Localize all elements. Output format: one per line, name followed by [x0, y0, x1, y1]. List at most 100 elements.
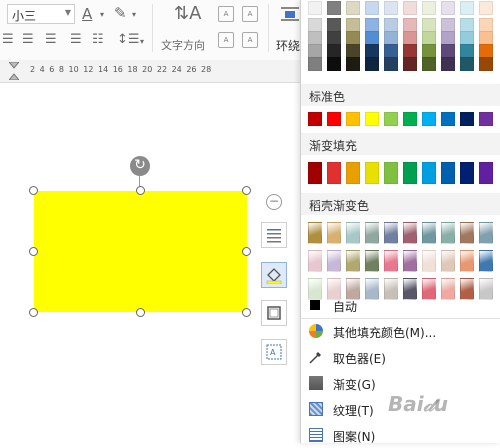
shell-gradient-swatch[interactable] — [384, 222, 398, 244]
theme-color-swatch[interactable] — [403, 1, 417, 15]
gradient-fill-swatch[interactable] — [460, 162, 474, 184]
gradient-fill-swatch[interactable] — [327, 162, 341, 184]
theme-color-swatch[interactable] — [422, 57, 436, 71]
shell-gradient-swatch[interactable] — [308, 222, 322, 244]
theme-color-swatch[interactable] — [384, 57, 398, 71]
resize-handle[interactable] — [242, 247, 251, 256]
shell-gradient-swatch[interactable] — [384, 250, 398, 272]
indent-marker-icon[interactable] — [9, 62, 19, 80]
font-color-icon[interactable]: A — [82, 6, 92, 22]
gradient-fill-swatch[interactable] — [441, 162, 455, 184]
theme-color-swatch[interactable] — [422, 31, 436, 45]
shell-gradient-swatch[interactable] — [460, 250, 474, 272]
text-box-icon[interactable]: A — [218, 6, 234, 22]
text-box-button[interactable]: A — [261, 339, 287, 365]
theme-color-swatch[interactable] — [479, 1, 493, 15]
yellow-rectangle-shape[interactable] — [34, 191, 247, 312]
standard-color-swatch[interactable] — [441, 112, 455, 126]
theme-color-swatch[interactable] — [327, 31, 341, 45]
shell-gradient-swatch[interactable] — [365, 222, 379, 244]
theme-color-swatch[interactable] — [479, 44, 493, 58]
theme-color-swatch[interactable] — [403, 31, 417, 45]
theme-color-swatch[interactable] — [365, 31, 379, 45]
theme-color-swatch[interactable] — [346, 57, 360, 71]
standard-color-swatch[interactable] — [327, 112, 341, 126]
theme-color-swatch[interactable] — [441, 57, 455, 71]
collapse-icon[interactable]: − — [266, 194, 282, 210]
theme-color-swatch[interactable] — [327, 57, 341, 71]
text-box-icon[interactable]: A — [218, 32, 234, 48]
chevron-down-icon[interactable]: ▾ — [132, 7, 136, 23]
standard-color-swatch[interactable] — [308, 112, 322, 126]
theme-color-swatch[interactable] — [346, 18, 360, 32]
theme-color-swatch[interactable] — [308, 57, 322, 71]
pattern-item[interactable]: 图案(N) — [301, 424, 500, 448]
auto-color-item[interactable]: 自动 — [301, 294, 500, 318]
chevron-down-icon[interactable]: ▾ — [100, 7, 104, 23]
shell-gradient-swatch[interactable] — [308, 250, 322, 272]
standard-color-swatch[interactable] — [479, 112, 493, 126]
theme-color-swatch[interactable] — [422, 1, 436, 15]
shape-fill-button[interactable] — [261, 262, 287, 288]
theme-color-swatch[interactable] — [403, 44, 417, 58]
theme-color-swatch[interactable] — [327, 18, 341, 32]
theme-color-swatch[interactable] — [460, 44, 474, 58]
gradient-fill-swatch[interactable] — [308, 162, 322, 184]
resize-handle[interactable] — [242, 186, 251, 195]
theme-color-swatch[interactable] — [365, 1, 379, 15]
resize-handle[interactable] — [136, 308, 145, 317]
more-fill-colors-item[interactable]: 其他填充颜色(M)... — [301, 320, 500, 344]
standard-color-swatch[interactable] — [384, 112, 398, 126]
theme-color-swatch[interactable] — [441, 1, 455, 15]
theme-color-swatch[interactable] — [346, 44, 360, 58]
theme-color-swatch[interactable] — [460, 1, 474, 15]
wrap-icon[interactable] — [280, 4, 300, 22]
resize-handle[interactable] — [29, 308, 38, 317]
justify-icon[interactable]: ☰ — [70, 32, 82, 48]
gradient-fill-swatch[interactable] — [384, 162, 398, 184]
theme-color-swatch[interactable] — [365, 57, 379, 71]
theme-color-swatch[interactable] — [460, 18, 474, 32]
standard-color-swatch[interactable] — [365, 112, 379, 126]
theme-color-swatch[interactable] — [479, 18, 493, 32]
theme-color-swatch[interactable] — [460, 57, 474, 71]
theme-color-swatch[interactable] — [479, 57, 493, 71]
theme-color-swatch[interactable] — [346, 31, 360, 45]
shell-gradient-swatch[interactable] — [479, 250, 493, 272]
gradient-fill-swatch[interactable] — [365, 162, 379, 184]
layout-options-button[interactable] — [261, 222, 287, 248]
shell-gradient-swatch[interactable] — [422, 250, 436, 272]
shell-gradient-swatch[interactable] — [441, 250, 455, 272]
shell-gradient-swatch[interactable] — [403, 222, 417, 244]
highlight-icon[interactable]: ✎ — [114, 5, 127, 21]
theme-color-swatch[interactable] — [308, 44, 322, 58]
theme-color-swatch[interactable] — [384, 44, 398, 58]
eyedropper-item[interactable]: 取色器(E) — [301, 346, 500, 370]
theme-color-swatch[interactable] — [422, 18, 436, 32]
shell-gradient-swatch[interactable] — [422, 222, 436, 244]
chevron-down-icon[interactable]: ▼ — [65, 8, 71, 17]
line-spacing-icon[interactable]: ↕☰ — [117, 32, 140, 48]
text-box-icon[interactable]: A — [242, 6, 258, 22]
theme-color-swatch[interactable] — [422, 44, 436, 58]
shell-gradient-swatch[interactable] — [327, 222, 341, 244]
shell-gradient-swatch[interactable] — [327, 250, 341, 272]
theme-color-swatch[interactable] — [308, 1, 322, 15]
gradient-fill-swatch[interactable] — [479, 162, 493, 184]
gradient-fill-swatch[interactable] — [403, 162, 417, 184]
text-direction-icon[interactable]: ⇅A — [174, 5, 201, 23]
theme-color-swatch[interactable] — [327, 1, 341, 15]
align-center-icon[interactable]: ☰ — [22, 32, 34, 48]
standard-color-swatch[interactable] — [422, 112, 436, 126]
theme-color-swatch[interactable] — [460, 31, 474, 45]
theme-color-swatch[interactable] — [327, 44, 341, 58]
standard-color-swatch[interactable] — [346, 112, 360, 126]
theme-color-swatch[interactable] — [441, 31, 455, 45]
theme-color-swatch[interactable] — [441, 44, 455, 58]
theme-color-swatch[interactable] — [479, 31, 493, 45]
theme-color-swatch[interactable] — [384, 1, 398, 15]
shell-gradient-swatch[interactable] — [365, 250, 379, 272]
wrap-label[interactable]: 环绕 — [276, 37, 300, 54]
distributed-icon[interactable]: ☷ — [92, 32, 104, 48]
theme-color-swatch[interactable] — [365, 18, 379, 32]
